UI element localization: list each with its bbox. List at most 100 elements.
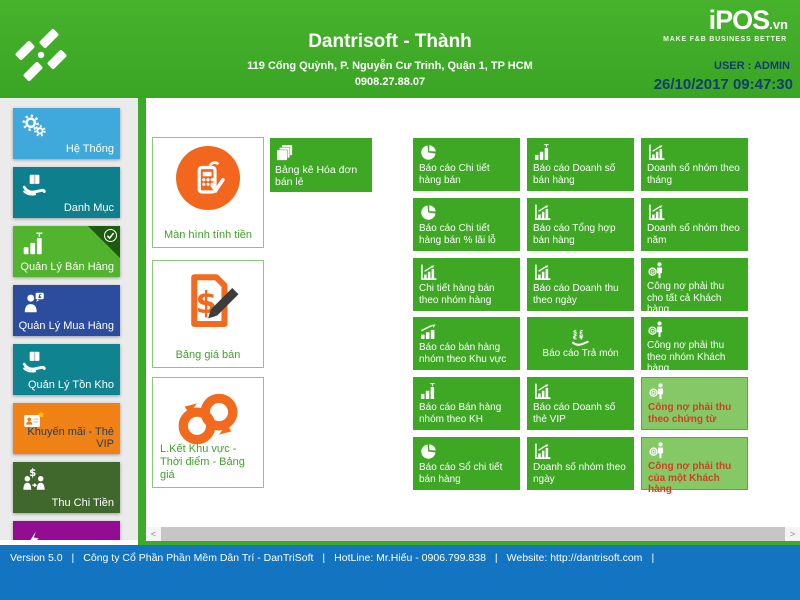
debtor-icon <box>648 382 667 401</box>
sidebar-item-4[interactable]: £ Quản Lý Mua Hàng <box>13 285 120 336</box>
gears-icon <box>21 113 47 139</box>
footer-separator: | <box>495 552 498 564</box>
report-button-12[interactable]: Công nợ phải thu theo nhóm Khách hàng <box>641 317 748 370</box>
footer-separator: | <box>72 552 75 564</box>
svg-text:$: $ <box>29 467 36 479</box>
report-button-label: Công nợ phải thu theo chứng từ <box>648 402 731 425</box>
report-button-4[interactable]: Báo cáo Chi tiết hàng bán % lãi lỗ <box>413 198 520 251</box>
shortcut-card-1[interactable]: Màn hình tính tiền <box>152 137 264 248</box>
chart-frame-icon <box>533 442 552 461</box>
footer-text: Version 5.0|Công ty Cổ Phần Phần Mềm Dân… <box>0 545 800 564</box>
report-button-label: Doanh số nhóm theo ngày <box>533 462 626 485</box>
buyer-icon: £ <box>21 290 47 316</box>
invoices-icon <box>275 143 295 163</box>
report-button-label: Báo cáo Bán hàng nhóm theo KH <box>419 402 501 425</box>
header: Dantrisoft - Thành 119 Cống Quỳnh, P. Ng… <box>0 0 800 98</box>
report-button-label: Công nợ phải thu cho tất cả Khách hàng <box>647 281 724 315</box>
scrollbar-thumb[interactable] <box>161 527 785 541</box>
footer-segment: HotLine: Mr.Hiếu - 0906.799.838 <box>334 552 486 564</box>
report-button-label: Báo cáo Trả món <box>542 348 618 359</box>
sidebar-item-1[interactable]: Hệ Thống <box>13 108 120 159</box>
footer-statusbar: Version 5.0|Công ty Cổ Phần Phần Mềm Dân… <box>0 545 800 600</box>
sidebar-item-label: Hệ Thống <box>17 143 114 155</box>
report-button-label: Công nợ phải thu theo nhóm Khách hàng <box>647 340 725 374</box>
shortcut-card-2[interactable]: $ Bảng giá bán <box>152 260 264 368</box>
report-button-13[interactable]: Báo cáo Bán hàng nhóm theo KH <box>413 377 520 430</box>
price-doc-icon: $ <box>175 269 241 335</box>
report-button-label: Báo cáo Doanh số bán hàng <box>533 163 615 186</box>
dantrisoft-pinwheel-logo <box>12 26 70 84</box>
shortcut-card-3[interactable]: L.Kết Khu vực - Thời điểm - Bảng giá <box>152 377 264 488</box>
svg-text:€ ¥: € ¥ <box>572 334 584 341</box>
report-button-1[interactable]: Báo cáo Chi tiết hàng bán <box>413 138 520 191</box>
report-button-label: Báo cáo Sổ chi tiết bán hàng <box>419 462 502 485</box>
sidebar-item-label: Quản Lý Mua Hàng <box>17 320 114 332</box>
app-window: Dantrisoft - Thành 119 Cống Quỳnh, P. Ng… <box>0 0 800 600</box>
footer-separator: | <box>322 552 325 564</box>
footer-segment: Version 5.0 <box>10 552 63 564</box>
bar-chart-icon <box>21 231 47 257</box>
chart-frame-icon <box>533 263 552 282</box>
money-people-icon: $ <box>21 467 47 493</box>
report-button-8[interactable]: Báo cáo Doanh thu theo ngày <box>527 258 634 311</box>
retail-invoice-list-button[interactable]: Bảng kê Hóa đơn bán lẻ <box>270 138 372 192</box>
debtor-icon <box>648 441 667 460</box>
cash-register-icon <box>176 146 240 210</box>
report-button-16[interactable]: Báo cáo Sổ chi tiết bán hàng <box>413 437 520 490</box>
card-label: Bảng giá bán <box>157 349 259 362</box>
report-button-2[interactable]: Báo cáo Doanh số bán hàng <box>527 138 634 191</box>
sidebar-item-7[interactable]: $ Thu Chi Tiền <box>13 462 120 513</box>
debtor-icon <box>647 261 666 280</box>
report-button-6[interactable]: Doanh số nhóm theo năm <box>641 198 748 251</box>
report-button-14[interactable]: Báo cáo Doanh số thẻ VIP <box>527 377 634 430</box>
ipos-tagline: MAKE F&B BUSINESS BETTER <box>663 36 787 43</box>
report-button-7[interactable]: Chi tiết hàng bán theo nhóm hàng <box>413 258 520 311</box>
sidebar-item-label: Danh Mục <box>17 202 114 214</box>
store-phone: 0908.27.88.07 <box>140 76 640 88</box>
report-button-17[interactable]: Doanh số nhóm theo ngày <box>527 437 634 490</box>
quick-button-label: Bảng kê Hóa đơn bán lẻ <box>275 164 357 188</box>
chart-frame-icon <box>533 382 552 401</box>
pie-chart-icon <box>419 203 438 222</box>
store-info: Dantrisoft - Thành 119 Cống Quỳnh, P. Ng… <box>140 31 640 88</box>
growth-bars-icon <box>419 322 438 341</box>
scroll-left-icon[interactable]: < <box>146 527 161 541</box>
report-button-3[interactable]: Doanh số nhóm theo tháng <box>641 138 748 191</box>
report-button-label: Doanh số nhóm theo tháng <box>647 163 740 186</box>
shortcut-cards: Màn hình tính tiền $ Bảng giá bán L.Kết Khu… <box>152 137 264 497</box>
debtor-icon <box>647 320 666 339</box>
report-button-label: Báo cáo Doanh thu theo ngày <box>533 283 619 306</box>
sidebar-item-label: Thu Chi Tiền <box>17 497 114 509</box>
report-button-10[interactable]: Báo cáo bán hàng nhóm theo Khu vực <box>413 317 520 370</box>
sidebar-item-5[interactable]: Quản Lý Tồn Kho <box>13 344 120 395</box>
sidebar-item-label: Quản Lý Tồn Kho <box>17 379 114 391</box>
report-button-label: Báo cáo Chi tiết hàng bán <box>419 163 490 186</box>
report-button-15[interactable]: Công nợ phải thu theo chứng từ <box>641 377 748 430</box>
sidebar-item-2[interactable]: Danh Mục <box>13 167 120 218</box>
card-label: Màn hình tính tiền <box>157 229 259 242</box>
bar-chart-icon <box>533 143 552 162</box>
sidebar-item-6[interactable]: Khuyến mãi - Thẻ VIP <box>13 403 120 454</box>
report-button-5[interactable]: Báo cáo Tổng hợp bán hàng <box>527 198 634 251</box>
hand-box-icon <box>21 172 47 198</box>
report-button-18[interactable]: Công nợ phải thu của một Khách hàng <box>641 437 748 490</box>
chart-frame-icon <box>419 263 438 282</box>
report-button-grid: Báo cáo Chi tiết hàng bán Báo cáo Doanh s… <box>413 138 800 493</box>
footer-segment: Website: http://dantrisoft.com <box>507 552 643 564</box>
ipos-logo: iPOS.vn <box>709 5 788 36</box>
report-button-label: Báo cáo Doanh số thẻ VIP <box>533 402 615 425</box>
svg-text:£: £ <box>38 294 42 300</box>
sidebar-item-3[interactable]: Quản Lý Bán Hàng <box>13 226 120 277</box>
horizontal-scrollbar[interactable]: < > <box>146 527 800 541</box>
report-button-11[interactable]: $ £€ ¥Báo cáo Trả món <box>527 317 634 370</box>
cursor-icon <box>21 526 47 540</box>
report-button-9[interactable]: Công nợ phải thu cho tất cả Khách hàng <box>641 258 748 311</box>
sidebar-divider <box>138 98 146 545</box>
report-button-label: Chi tiết hàng bán theo nhóm hàng <box>419 283 495 306</box>
report-button-label: Báo cáo bán hàng nhóm theo Khu vực <box>419 342 506 365</box>
datetime-label: 26/10/2017 09:47:30 <box>654 76 793 93</box>
sidebar-item-8[interactable] <box>13 521 120 540</box>
report-button-label: Công nợ phải thu của một Khách hàng <box>648 461 731 495</box>
user-label: USER : ADMIN <box>714 60 790 72</box>
scroll-right-icon[interactable]: > <box>785 527 800 541</box>
